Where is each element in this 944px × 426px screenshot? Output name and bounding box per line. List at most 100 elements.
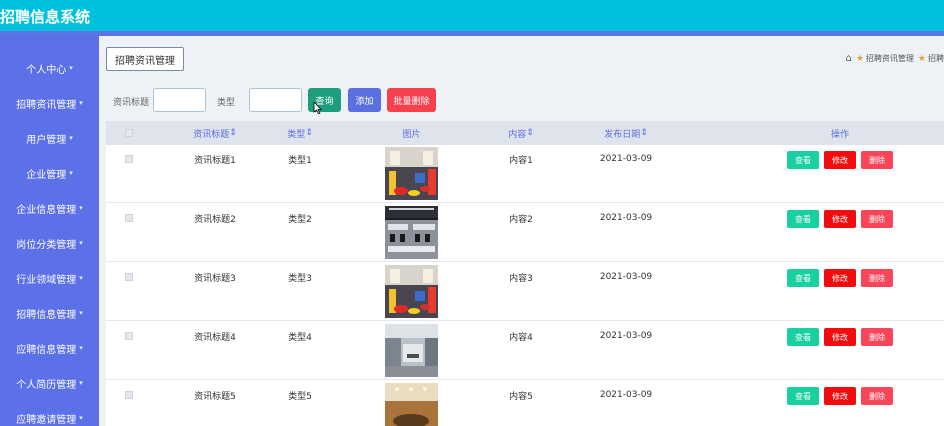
cell-date: 2021-03-09 — [599, 390, 653, 400]
caret-down-icon: ▾ — [79, 239, 83, 247]
delete-button[interactable]: 删除 — [861, 269, 893, 287]
delete-button[interactable]: 删除 — [861, 328, 893, 346]
sidebar-item-job-categories[interactable]: 岗位分类管理 ▾ — [0, 231, 99, 255]
cell-content: 内容2 — [509, 214, 533, 225]
column-header-actions: 操作 — [830, 129, 849, 140]
cell-image — [385, 383, 438, 426]
sidebar-item-label: 招聘资讯管理 — [16, 99, 77, 111]
delete-button[interactable]: 删除 — [861, 210, 893, 228]
sidebar: 个人中心 ▾ 招聘资讯管理 ▾ 用户管理 ▾ 企业管理 ▾ 企业信息管理 ▾ 岗位分类管理… — [0, 36, 99, 426]
batch-delete-button[interactable]: 批量删除 — [387, 88, 436, 112]
sidebar-item-label: 企业管理 — [26, 169, 67, 181]
title-search-input[interactable] — [153, 88, 206, 112]
caret-down-icon: ▾ — [69, 134, 73, 142]
cell-content: 内容4 — [509, 332, 533, 343]
table-row: 资讯标题5 类型5 内容5 2021-03-09 查看 修改 删除 — [106, 381, 944, 426]
cell-date: 2021-03-09 — [599, 154, 653, 164]
cell-type: 类型4 — [288, 332, 312, 343]
sort-icon: ⇕ — [526, 128, 534, 138]
sidebar-item-personal-center[interactable]: 个人中心 ▾ — [0, 56, 99, 80]
sidebar-item-invitations[interactable]: 应聘邀请管理 ▾ — [0, 406, 99, 426]
sidebar-item-news[interactable]: 招聘资讯管理 ▾ — [0, 91, 99, 115]
sidebar-item-job-posts[interactable]: 招聘信息管理 ▾ — [0, 301, 99, 325]
cell-image — [385, 265, 438, 318]
sidebar-item-label: 个人简历管理 — [16, 379, 77, 391]
view-button[interactable]: 查看 — [787, 387, 819, 405]
cell-title: 资讯标题5 — [194, 391, 236, 402]
main-content: 招聘资讯管理 ⌂ ★ 招聘资讯管理 ★ 招聘 资讯标题 类型 查询 添加 批量删… — [99, 36, 944, 426]
column-header-date[interactable]: 发布日期 ⇕ — [586, 121, 666, 145]
view-button[interactable]: 查看 — [787, 210, 819, 228]
sort-icon: ⇕ — [640, 128, 648, 138]
table-row: 资讯标题2 类型2 内容2 2021-03-09 查看 修改 删除 — [106, 204, 944, 262]
cell-title: 资讯标题1 — [194, 155, 236, 166]
column-header-image: 图片 — [402, 129, 421, 140]
select-all-checkbox[interactable] — [125, 129, 133, 137]
cell-content: 内容5 — [509, 391, 533, 402]
row-checkbox[interactable] — [125, 214, 133, 222]
cell-image — [385, 206, 438, 259]
breadcrumb: ⌂ ★ 招聘资讯管理 ★ 招聘 — [845, 53, 944, 64]
sidebar-item-label: 应聘信息管理 — [16, 344, 77, 356]
caret-down-icon: ▾ — [79, 99, 83, 107]
sidebar-item-industries[interactable]: 行业领域管理 ▾ — [0, 266, 99, 290]
view-button[interactable]: 查看 — [787, 269, 819, 287]
breadcrumb-item[interactable]: 招聘资讯管理 — [866, 53, 914, 64]
cell-title: 资讯标题3 — [194, 273, 236, 284]
sidebar-item-applications[interactable]: 应聘信息管理 ▾ — [0, 336, 99, 360]
title-search-label: 资讯标题 — [113, 98, 150, 108]
home-icon[interactable]: ⌂ — [845, 53, 851, 64]
type-search-input[interactable] — [249, 88, 302, 112]
edit-button[interactable]: 修改 — [824, 151, 856, 169]
row-checkbox[interactable] — [125, 155, 133, 163]
cell-date: 2021-03-09 — [599, 272, 653, 282]
cell-image — [385, 147, 438, 200]
edit-button[interactable]: 修改 — [824, 210, 856, 228]
cell-title: 资讯标题2 — [194, 214, 236, 225]
cell-date: 2021-03-09 — [599, 213, 653, 223]
caret-down-icon: ▾ — [79, 204, 83, 212]
sidebar-item-label: 岗位分类管理 — [16, 239, 77, 251]
edit-button[interactable]: 修改 — [824, 387, 856, 405]
add-button[interactable]: 添加 — [348, 88, 381, 112]
table-row: 资讯标题3 类型3 内容3 2021-03-09 查看 修改 删除 — [106, 263, 944, 321]
cell-title: 资讯标题4 — [194, 332, 236, 343]
delete-button[interactable]: 删除 — [861, 151, 893, 169]
column-header-title[interactable]: 资讯标题 ⇕ — [170, 121, 260, 145]
top-bar: 招聘信息系统 — [0, 0, 944, 31]
cell-date: 2021-03-09 — [599, 331, 653, 341]
sidebar-item-resumes[interactable]: 个人简历管理 ▾ — [0, 371, 99, 395]
sidebar-item-label: 应聘邀请管理 — [16, 414, 77, 426]
page-tag[interactable]: 招聘资讯管理 — [106, 47, 184, 71]
cell-image — [385, 324, 438, 377]
cell-type: 类型2 — [288, 214, 312, 225]
row-checkbox[interactable] — [125, 332, 133, 340]
sidebar-item-label: 用户管理 — [26, 134, 67, 146]
cell-type: 类型1 — [288, 155, 312, 166]
sort-icon: ⇕ — [229, 128, 237, 138]
caret-down-icon: ▾ — [69, 169, 73, 177]
caret-down-icon: ▾ — [79, 379, 83, 387]
caret-down-icon: ▾ — [79, 414, 83, 422]
view-button[interactable]: 查看 — [787, 151, 819, 169]
star-icon: ★ — [917, 53, 926, 64]
cell-content: 内容1 — [509, 155, 533, 166]
sidebar-item-users[interactable]: 用户管理 ▾ — [0, 126, 99, 150]
view-button[interactable]: 查看 — [787, 328, 819, 346]
column-header-content[interactable]: 内容 ⇕ — [491, 121, 551, 145]
sidebar-item-companies[interactable]: 企业管理 ▾ — [0, 161, 99, 185]
sidebar-item-company-info[interactable]: 企业信息管理 ▾ — [0, 196, 99, 220]
column-header-type[interactable]: 类型 ⇕ — [270, 121, 330, 145]
caret-down-icon: ▾ — [79, 274, 83, 282]
sort-icon: ⇕ — [305, 128, 313, 138]
type-search-label: 类型 — [217, 98, 236, 108]
edit-button[interactable]: 修改 — [824, 328, 856, 346]
cell-type: 类型5 — [288, 391, 312, 402]
sidebar-item-label: 行业领域管理 — [16, 274, 77, 286]
row-checkbox[interactable] — [125, 391, 133, 399]
app-title: 招聘信息系统 — [0, 8, 91, 26]
edit-button[interactable]: 修改 — [824, 269, 856, 287]
row-checkbox[interactable] — [125, 273, 133, 281]
delete-button[interactable]: 删除 — [861, 387, 893, 405]
breadcrumb-item[interactable]: 招聘 — [928, 53, 944, 64]
